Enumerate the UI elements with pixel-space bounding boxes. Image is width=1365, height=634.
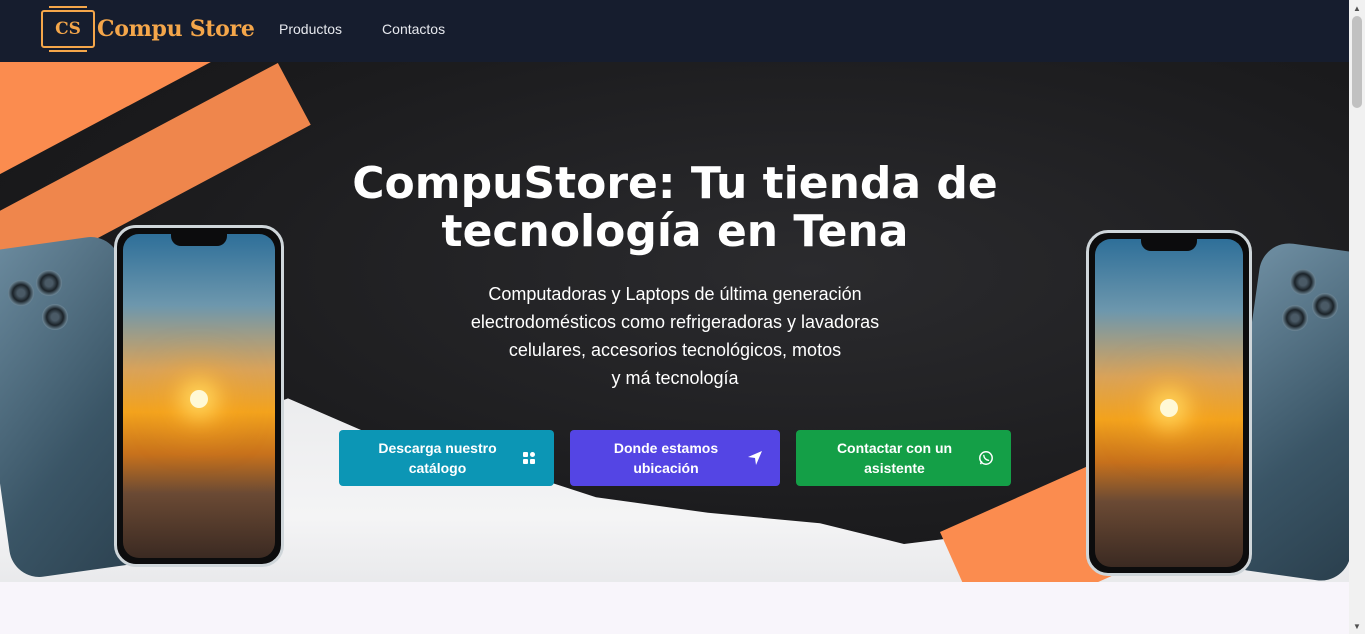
phone-image-right: [1080, 227, 1349, 582]
whatsapp-icon: [977, 449, 995, 467]
hero-description-line: Computadoras y Laptops de última generac…: [488, 284, 862, 304]
hero-description-line: y má tecnología: [611, 368, 739, 388]
page-scrollbar[interactable]: ▲ ▼: [1349, 0, 1365, 634]
hero-section: CompuStore: Tu tienda de tecnología en T…: [0, 62, 1349, 582]
nav-link-contactos[interactable]: Contactos: [382, 21, 445, 37]
hero-description-line: celulares, accesorios tecnológicos, moto…: [508, 340, 842, 360]
hero-title: CompuStore: Tu tienda de tecnología en T…: [352, 158, 998, 257]
contact-assistant-label: Contactar con un asistente: [836, 440, 953, 476]
compu-store-logo: CS: [41, 6, 95, 52]
logo-text: CS: [55, 19, 81, 39]
camera-lens-icon: [36, 270, 62, 296]
camera-lens-icon: [1282, 305, 1308, 331]
brand-logo-link[interactable]: CS Compu Store: [41, 6, 255, 52]
camera-lens-icon: [42, 304, 68, 330]
camera-lens-icon: [1290, 269, 1316, 295]
location-arrow-icon: [746, 449, 764, 467]
scroll-down-icon[interactable]: ▼: [1349, 618, 1365, 634]
camera-lens-icon: [8, 280, 34, 306]
nav-link-productos[interactable]: Productos: [279, 21, 342, 37]
location-label: Donde estamos ubicación: [613, 440, 719, 476]
next-section: [0, 582, 1349, 634]
download-catalog-button[interactable]: Descarga nuestro catálogo: [339, 430, 554, 486]
navbar: CS Compu Store Productos Contactos: [0, 0, 1349, 62]
phone-image-left: [0, 222, 300, 582]
location-button[interactable]: Donde estamos ubicación: [570, 430, 780, 486]
download-catalog-label: Descarga nuestro catálogo: [378, 440, 497, 476]
brand-name: Compu Store: [97, 16, 255, 42]
scrollbar-thumb[interactable]: [1352, 16, 1362, 108]
camera-lens-icon: [1312, 293, 1338, 319]
nav-links: Productos Contactos: [279, 21, 445, 37]
hero-description-line: electrodomésticos como refrigeradoras y …: [470, 312, 880, 332]
contact-assistant-button[interactable]: Contactar con un asistente: [796, 430, 1011, 486]
scroll-up-icon[interactable]: ▲: [1349, 0, 1365, 16]
grid-icon: [520, 449, 538, 467]
hero-description: Computadoras y Laptops de última generac…: [400, 280, 950, 392]
